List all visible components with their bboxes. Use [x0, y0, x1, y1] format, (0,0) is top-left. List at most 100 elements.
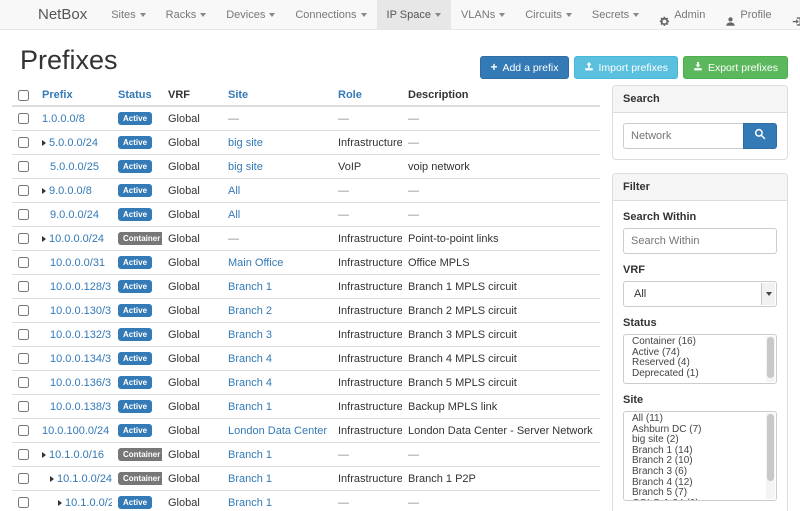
prefix-link[interactable]: 10.0.0.138/31	[50, 401, 112, 413]
row-checkbox[interactable]	[18, 137, 29, 148]
prefix-link[interactable]: 10.1.0.0/24	[57, 473, 112, 485]
search-input[interactable]	[623, 123, 743, 149]
sort-link[interactable]: Prefix	[42, 89, 73, 101]
site-link[interactable]: All	[228, 185, 240, 197]
scrollbar-track[interactable]	[766, 336, 775, 382]
prefix-link[interactable]: 9.0.0.0/8	[49, 185, 92, 197]
site-link[interactable]: Branch 1	[228, 473, 272, 485]
site-link[interactable]: Branch 1	[228, 401, 272, 413]
nav-item-devices[interactable]: Devices	[216, 0, 285, 29]
sort-link[interactable]: Site	[228, 89, 248, 101]
chevron-down-icon	[140, 13, 146, 17]
site-link[interactable]: All	[228, 209, 240, 221]
expand-arrow-icon[interactable]	[42, 140, 46, 146]
scrollbar-thumb[interactable]	[767, 337, 774, 378]
prefix-link[interactable]: 10.0.0.136/31	[50, 377, 112, 389]
add-a-prefix-button[interactable]: +Add a prefix	[480, 56, 568, 79]
listbox-option[interactable]: Container (16)	[624, 337, 764, 348]
row-checkbox[interactable]	[18, 473, 29, 484]
site-link[interactable]: Branch 1	[228, 281, 272, 293]
nav-item-label: Profile	[740, 0, 771, 30]
prefix-link[interactable]: 10.0.0.130/31	[50, 305, 112, 317]
table-row: 9.0.0.0/24ActiveGlobalAll——	[12, 203, 600, 227]
empty-value: —	[338, 185, 349, 197]
nav-item-racks[interactable]: Racks	[156, 0, 217, 29]
scrollbar-thumb[interactable]	[767, 414, 774, 481]
site-link[interactable]: big site	[228, 137, 263, 149]
row-checkbox[interactable]	[18, 161, 29, 172]
row-checkbox[interactable]	[18, 113, 29, 124]
expand-arrow-icon[interactable]	[42, 188, 46, 194]
search-button[interactable]	[743, 123, 777, 149]
select-all-checkbox[interactable]	[18, 90, 29, 101]
prefix-link[interactable]: 10.0.0.0/31	[50, 257, 105, 269]
row-checkbox[interactable]	[18, 233, 29, 244]
row-checkbox[interactable]	[18, 281, 29, 292]
row-checkbox[interactable]	[18, 497, 29, 508]
nav-item-label: Sites	[111, 9, 135, 21]
site-link[interactable]: Branch 1	[228, 449, 272, 461]
site-link[interactable]: Branch 4	[228, 353, 272, 365]
prefix-link[interactable]: 9.0.0.0/24	[50, 209, 99, 221]
prefix-link[interactable]: 10.0.0.132/31	[50, 329, 112, 341]
expand-arrow-icon[interactable]	[42, 452, 46, 458]
site-link[interactable]: Branch 4	[228, 377, 272, 389]
action-buttons: +Add a prefix Import prefixesExport prefi…	[480, 56, 788, 79]
row-checkbox[interactable]	[18, 353, 29, 364]
row-checkbox[interactable]	[18, 305, 29, 316]
table-row: 10.1.0.0/24ContainerGlobalBranch 1Infras…	[12, 467, 600, 491]
prefix-link[interactable]: 10.0.0.0/24	[49, 233, 104, 245]
empty-value: —	[338, 113, 349, 125]
prefix-link[interactable]: 10.0.100.0/24	[42, 425, 109, 437]
site-link[interactable]: Main Office	[228, 257, 283, 269]
listbox-option[interactable]: Deprecated (1)	[624, 369, 764, 380]
row-checkbox[interactable]	[18, 401, 29, 412]
row-checkbox[interactable]	[18, 209, 29, 220]
expand-arrow-icon[interactable]	[50, 476, 54, 482]
prefix-link[interactable]: 1.0.0.0/8	[42, 113, 85, 125]
nav-item-profile[interactable]: Profile	[715, 0, 781, 29]
status-badge: Active	[118, 136, 152, 149]
nav-item-admin[interactable]: Admin	[649, 0, 715, 29]
empty-value: —	[408, 137, 419, 149]
table-row: 10.0.0.0/31ActiveGlobalMain OfficeInfras…	[12, 251, 600, 275]
row-checkbox[interactable]	[18, 329, 29, 340]
prefix-link[interactable]: 10.1.0.0/25	[65, 497, 112, 509]
nav-item-connections[interactable]: Connections	[285, 0, 376, 29]
row-checkbox[interactable]	[18, 257, 29, 268]
prefix-link[interactable]: 10.0.0.128/31	[50, 281, 112, 293]
import-prefixes-button[interactable]: Import prefixes	[574, 56, 678, 79]
filter-input-search-within[interactable]	[623, 228, 777, 254]
export-prefixes-button[interactable]: Export prefixes	[683, 56, 788, 79]
expand-arrow-icon[interactable]	[42, 236, 46, 242]
nav-item-log-out[interactable]: Log out	[782, 0, 800, 29]
nav-item-circuits[interactable]: Circuits	[515, 0, 582, 29]
row-checkbox[interactable]	[18, 185, 29, 196]
brand[interactable]: NetBox	[0, 0, 101, 29]
nav-item-vlans[interactable]: VLANs	[451, 0, 515, 29]
row-checkbox[interactable]	[18, 449, 29, 460]
nav-item-ip-space[interactable]: IP Space	[377, 0, 451, 29]
prefix-link[interactable]: 5.0.0.0/24	[49, 137, 98, 149]
row-checkbox[interactable]	[18, 377, 29, 388]
site-link[interactable]: Branch 2	[228, 305, 272, 317]
prefix-link[interactable]: 10.0.0.134/31	[50, 353, 112, 365]
prefix-link[interactable]: 5.0.0.0/25	[50, 161, 99, 173]
prefix-link[interactable]: 10.1.0.0/16	[49, 449, 104, 461]
site-link[interactable]: Branch 1	[228, 497, 272, 509]
listbox-option[interactable]: COLO-1-24 (0)	[624, 499, 764, 501]
listbox-option[interactable]: All (11)	[624, 414, 764, 425]
row-checkbox[interactable]	[18, 425, 29, 436]
scrollbar-track[interactable]	[766, 413, 775, 499]
nav-item-secrets[interactable]: Secrets	[582, 0, 649, 29]
sort-link[interactable]: Status	[118, 89, 152, 101]
nav-item-sites[interactable]: Sites	[101, 0, 155, 29]
site-link[interactable]: London Data Center	[228, 425, 327, 437]
site-link[interactable]: big site	[228, 161, 263, 173]
column-label: Description	[408, 89, 469, 101]
expand-arrow-icon[interactable]	[58, 500, 62, 506]
site-link[interactable]: Branch 3	[228, 329, 272, 341]
sort-link[interactable]: Role	[338, 89, 362, 101]
listbox-option[interactable]: Branch 3 (6)	[624, 467, 764, 478]
filter-select-vrf[interactable]: All	[623, 281, 777, 307]
